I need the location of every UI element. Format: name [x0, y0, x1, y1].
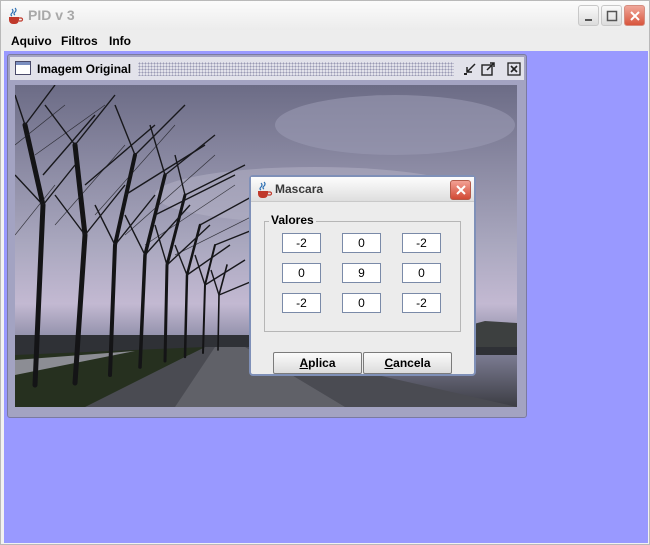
close-button[interactable]: [624, 5, 645, 26]
maximize-button[interactable]: [601, 5, 622, 26]
mask-cell-2-2[interactable]: -2: [402, 293, 441, 313]
mask-dialog: Mascara Valores -2 0 -2 0 9 0 -2 0 -2 Ap…: [249, 175, 476, 376]
java-cup-icon: [9, 7, 24, 24]
mask-cell-1-2[interactable]: 0: [402, 263, 441, 283]
cancel-mnemonic: C: [384, 356, 394, 370]
menu-filtros[interactable]: Filtros: [61, 34, 98, 48]
mask-cell-2-0[interactable]: -2: [282, 293, 321, 313]
frame-window-icon: [15, 61, 31, 75]
internal-frame-title-bar[interactable]: Imagem Original: [10, 57, 524, 80]
app-window: PID v 3 Aquivo Filtros Info Imagem Origi…: [0, 0, 650, 545]
minimize-icon: [585, 19, 592, 21]
mask-cell-1-1[interactable]: 9: [342, 263, 381, 283]
iconify-icon[interactable]: [462, 61, 478, 77]
title-bar[interactable]: PID v 3: [1, 1, 649, 30]
internal-frame-title: Imagem Original: [37, 62, 132, 76]
close-icon: [456, 185, 466, 195]
minimize-button[interactable]: [578, 5, 599, 26]
apply-button[interactable]: Aplica: [273, 352, 362, 374]
maximize-frame-icon[interactable]: [480, 61, 496, 77]
dialog-title-bar[interactable]: Mascara: [251, 177, 474, 202]
close-frame-icon[interactable]: [506, 61, 522, 77]
mask-cell-0-0[interactable]: -2: [282, 233, 321, 253]
close-icon: [630, 11, 640, 21]
values-group-label: Valores: [269, 213, 316, 227]
apply-label: plica: [308, 356, 336, 370]
cancel-label: ancela: [393, 356, 431, 370]
cancel-button[interactable]: Cancela: [363, 352, 452, 374]
mask-cell-0-2[interactable]: -2: [402, 233, 441, 253]
menu-info[interactable]: Info: [109, 34, 131, 48]
menu-bar: Aquivo Filtros Info: [1, 30, 649, 51]
java-cup-icon: [258, 181, 273, 198]
mask-cell-2-1[interactable]: 0: [342, 293, 381, 313]
dialog-title: Mascara: [275, 182, 324, 196]
window-title: PID v 3: [28, 7, 75, 23]
mask-cell-0-1[interactable]: 0: [342, 233, 381, 253]
mask-cell-1-0[interactable]: 0: [282, 263, 321, 283]
desktop-pane: Imagem Original Mascara Valores -2 0 -2 …: [4, 51, 648, 543]
apply-mnemonic: A: [299, 356, 309, 370]
menu-aquivo[interactable]: Aquivo: [11, 34, 52, 48]
values-group: Valores -2 0 -2 0 9 0 -2 0 -2: [264, 213, 461, 332]
dialog-close-button[interactable]: [450, 180, 471, 200]
maximize-icon: [606, 10, 618, 22]
title-bar-grip: [138, 62, 454, 76]
